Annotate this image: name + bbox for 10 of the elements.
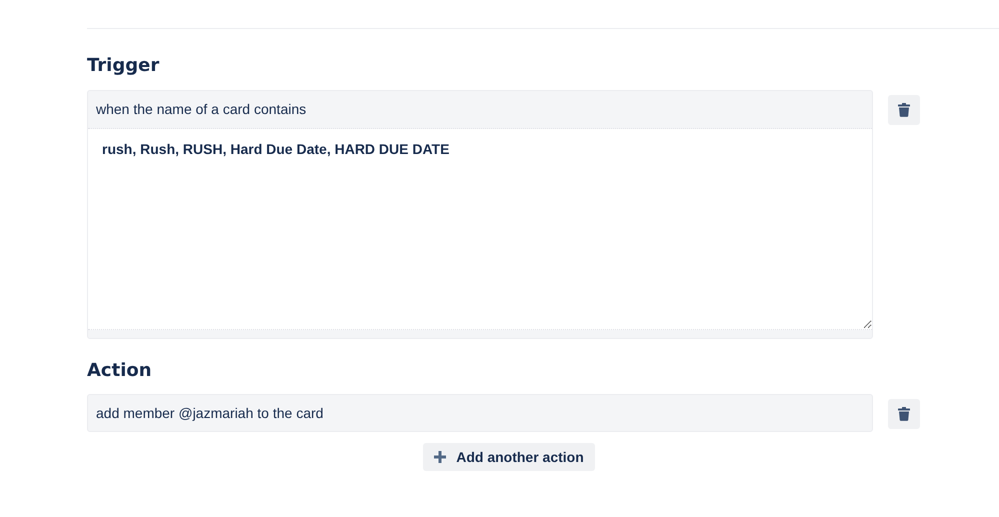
trash-icon — [898, 103, 910, 117]
section-heading: Trigger — [87, 54, 160, 78]
plus-icon — [434, 451, 446, 463]
delete-button[interactable] — [888, 399, 920, 429]
delete-button[interactable] — [888, 95, 920, 125]
section-heading: Action — [87, 359, 153, 383]
add-action-button[interactable]: Add another action — [423, 443, 595, 471]
action-field[interactable]: add member @jazmariah to the card — [87, 394, 873, 432]
trash-icon — [898, 407, 910, 421]
keywords-field[interactable]: rush, Rush, RUSH, Hard Due Date, HARD DUE DATE — [88, 129, 872, 330]
